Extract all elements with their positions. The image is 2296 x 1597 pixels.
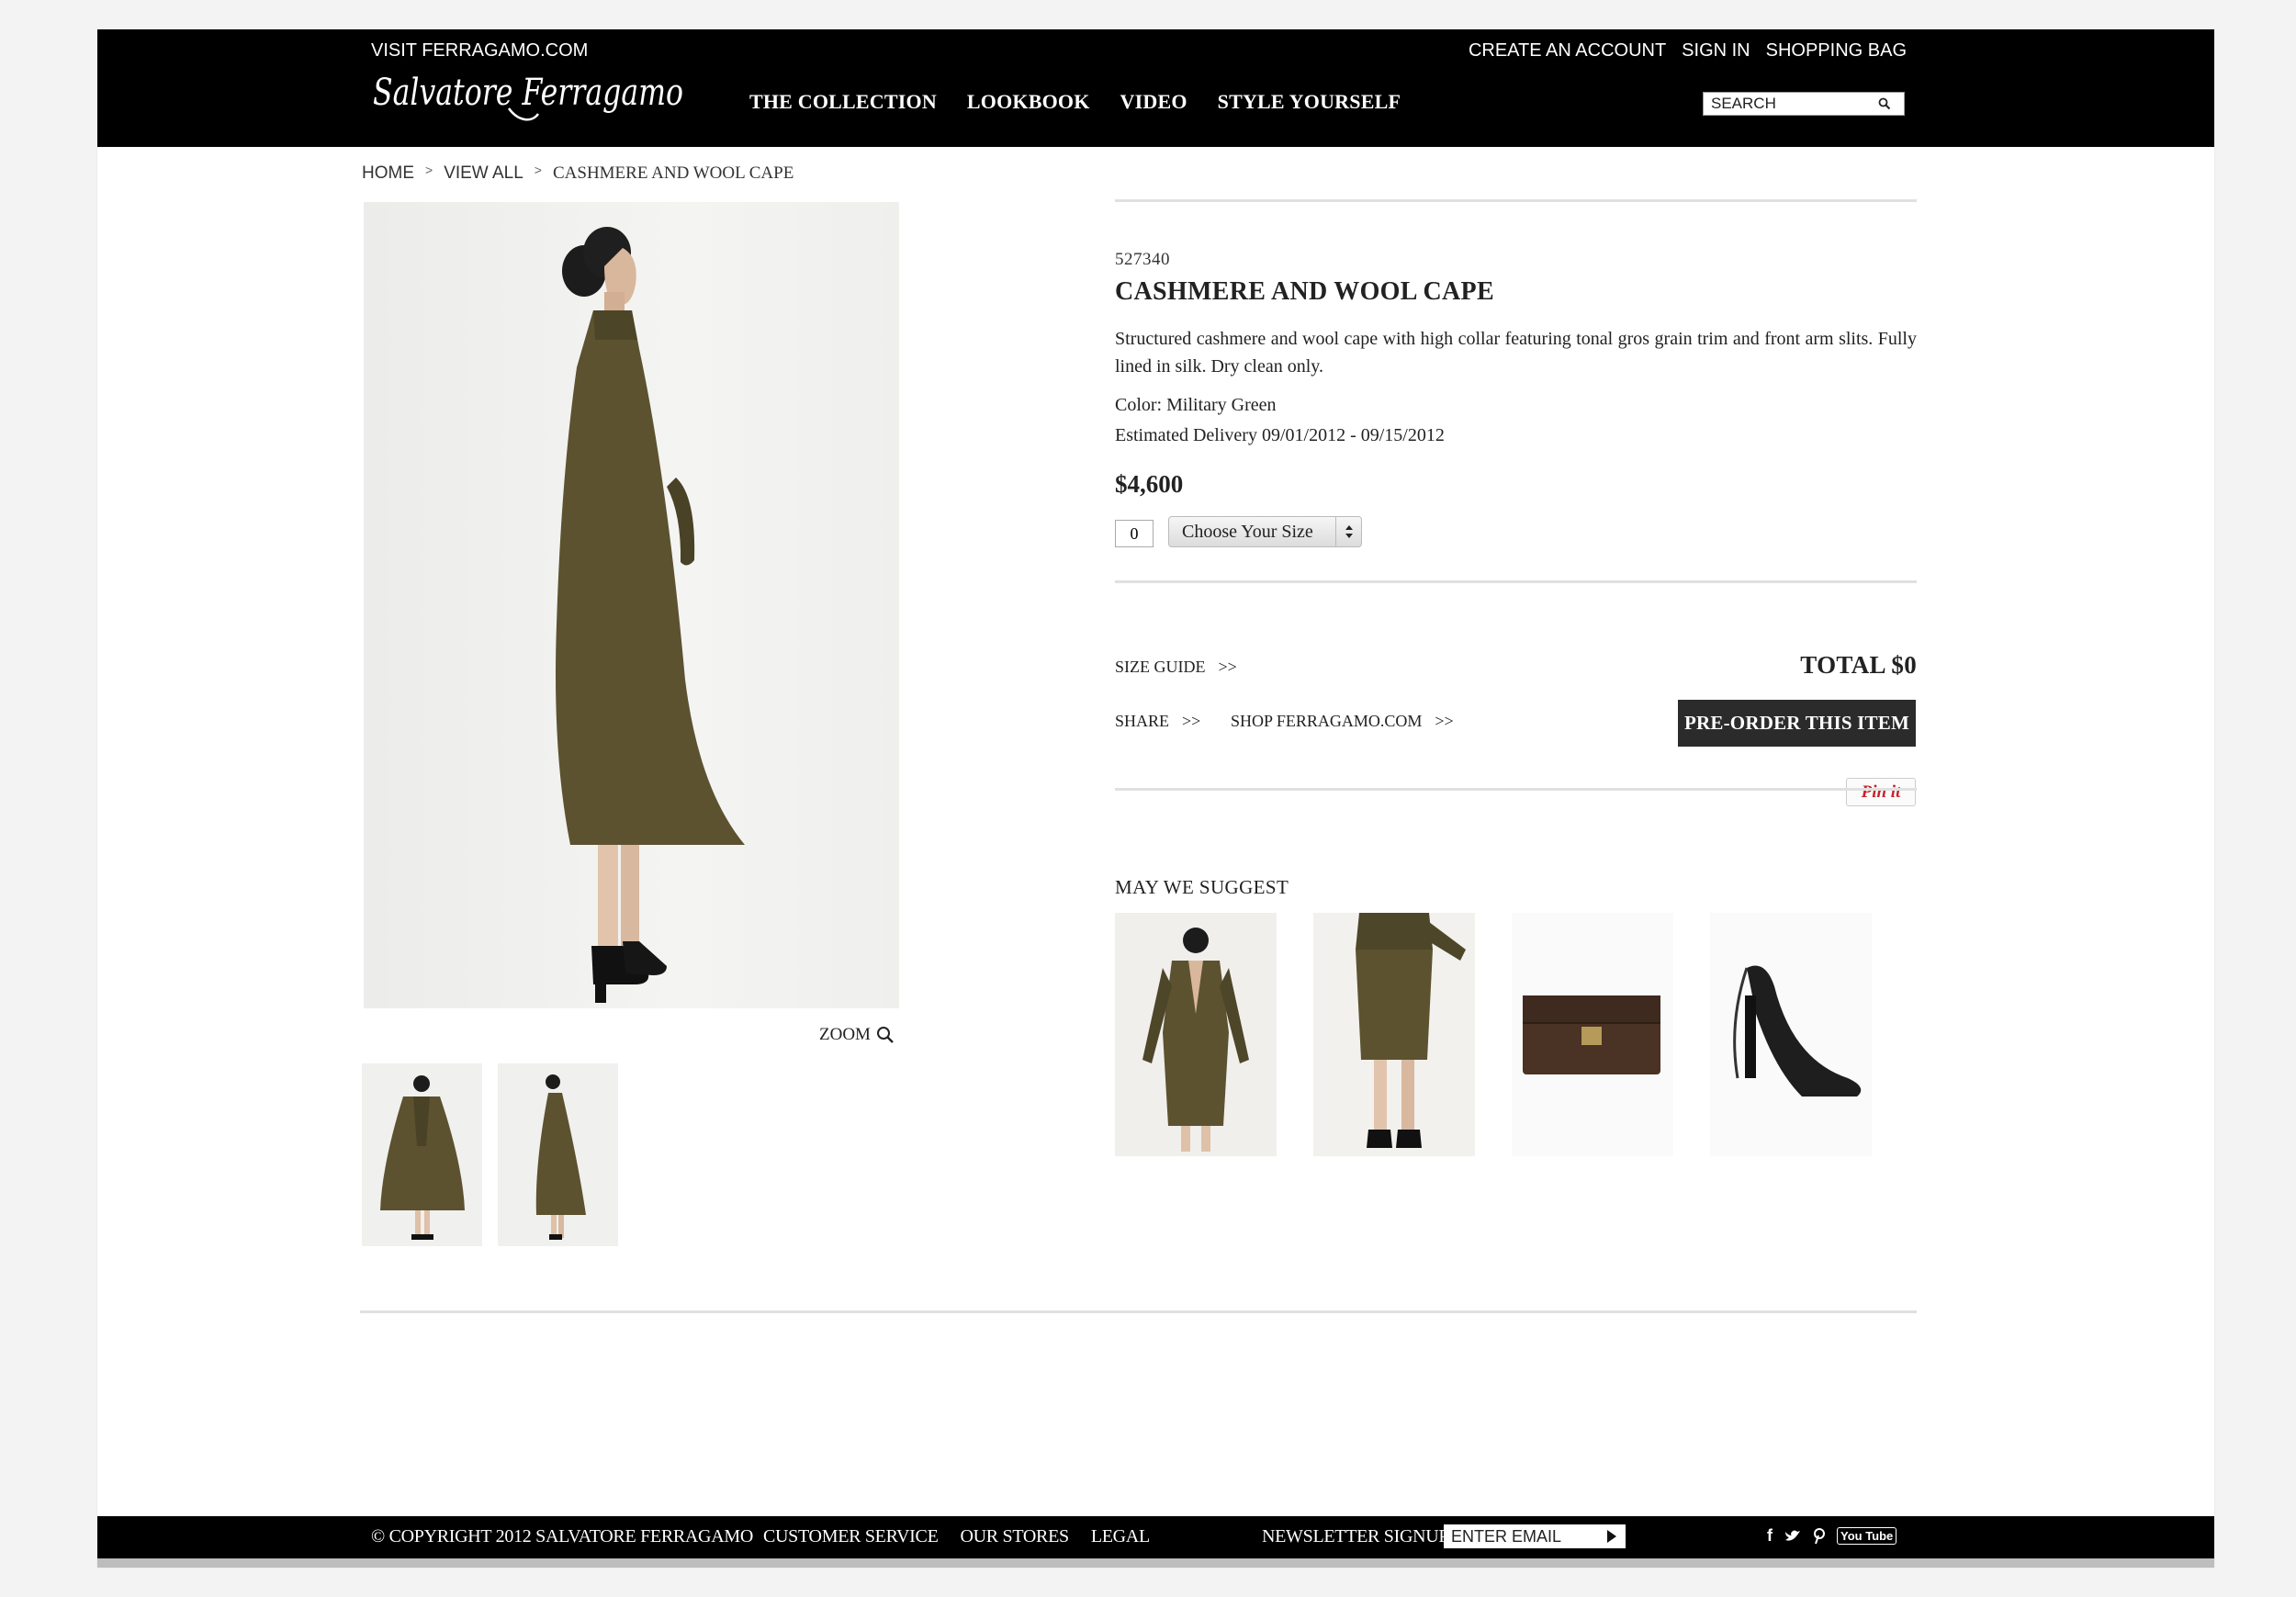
double-chevron-icon: >> — [1218, 658, 1237, 676]
site-header: VISIT FERRAGAMO.COM Salvatore Ferragamo … — [97, 29, 2214, 147]
legal-link[interactable]: LEGAL — [1091, 1526, 1150, 1547]
thumbnail-side[interactable] — [498, 1063, 618, 1246]
suggestion-skirt[interactable] — [1313, 913, 1475, 1156]
preorder-button[interactable]: PRE-ORDER THIS ITEM — [1678, 700, 1916, 747]
suggestion-pump[interactable] — [1710, 913, 1872, 1156]
search-icon[interactable] — [1874, 94, 1896, 114]
visit-ferragamo-link[interactable]: VISIT FERRAGAMO.COM — [371, 40, 588, 62]
nav-lookbook[interactable]: LOOKBOOK — [967, 90, 1090, 114]
breadcrumb-home[interactable]: HOME — [362, 163, 414, 184]
share-link[interactable]: SHARE >> — [1115, 712, 1200, 731]
footer-links: CUSTOMER SERVICE OUR STORES LEGAL — [763, 1526, 1150, 1547]
estimated-delivery: Estimated Delivery 09/01/2012 - 09/15/20… — [1115, 425, 1445, 445]
footer-shadow — [97, 1558, 2214, 1568]
double-chevron-icon: >> — [1182, 712, 1201, 730]
brand-logo[interactable]: Salvatore Ferragamo — [371, 64, 688, 127]
product-price: $4,600 — [1115, 470, 1184, 498]
order-total: TOTAL $0 — [1800, 651, 1917, 679]
newsletter-form — [1444, 1524, 1626, 1548]
search-input[interactable] — [1704, 94, 1874, 114]
pin-it-button[interactable]: Pin it — [1846, 778, 1916, 806]
main-nav: THE COLLECTION LOOKBOOK VIDEO STYLE YOUR… — [749, 90, 1431, 114]
youtube-icon[interactable]: You Tube — [1837, 1527, 1897, 1545]
create-account-link[interactable]: CREATE AN ACCOUNT — [1469, 40, 1666, 62]
our-stores-link[interactable]: OUR STORES — [960, 1526, 1069, 1547]
select-arrows-icon — [1335, 517, 1361, 546]
divider — [1115, 199, 1917, 202]
zoom-button[interactable]: ZOOM — [819, 1025, 895, 1045]
suggestion-dress[interactable] — [1115, 913, 1277, 1156]
breadcrumb-separator-icon: > — [425, 163, 433, 177]
svg-text:Salvatore Ferragamo: Salvatore Ferragamo — [373, 72, 683, 114]
double-chevron-icon: >> — [1435, 712, 1454, 730]
product-description: Structured cashmere and wool cape with h… — [1115, 329, 1917, 377]
product-color: Color: Military Green — [1115, 395, 1277, 415]
thumbnail-front[interactable] — [362, 1063, 482, 1246]
suggest-heading: MAY WE SUGGEST — [1115, 876, 1289, 898]
size-select[interactable]: Choose Your Size — [1168, 516, 1362, 547]
shop-label: SHOP FERRAGAMO.COM — [1231, 712, 1423, 730]
facebook-icon[interactable]: f — [1767, 1526, 1773, 1546]
sign-in-link[interactable]: SIGN IN — [1682, 40, 1750, 62]
nav-style-yourself[interactable]: STYLE YOURSELF — [1218, 90, 1401, 114]
search-box — [1703, 92, 1905, 116]
shop-ferragamo-link[interactable]: SHOP FERRAGAMO.COM >> — [1231, 712, 1454, 731]
account-links: CREATE AN ACCOUNT SIGN IN SHOPPING BAG — [1469, 40, 1907, 62]
nav-the-collection[interactable]: THE COLLECTION — [749, 90, 937, 114]
breadcrumb-view-all[interactable]: VIEW ALL — [444, 163, 523, 184]
submit-arrow-icon[interactable] — [1600, 1524, 1624, 1548]
main-product-image[interactable] — [364, 202, 899, 1008]
copyright: © COPYRIGHT 2012 SALVATORE FERRAGAMO — [371, 1526, 753, 1546]
customer-service-link[interactable]: CUSTOMER SERVICE — [763, 1526, 939, 1547]
divider — [360, 1310, 1917, 1313]
divider — [1115, 788, 1917, 791]
nav-video[interactable]: VIDEO — [1120, 90, 1187, 114]
size-guide-label: SIZE GUIDE — [1115, 658, 1206, 676]
newsletter-label: NEWSLETTER SIGNUP — [1262, 1526, 1449, 1546]
site-footer: © COPYRIGHT 2012 SALVATORE FERRAGAMO CUS… — [97, 1516, 2214, 1558]
breadcrumb-separator-icon: > — [534, 163, 542, 177]
share-label: SHARE — [1115, 712, 1170, 730]
suggestion-bag[interactable] — [1512, 913, 1673, 1156]
breadcrumb-current: CASHMERE AND WOOL CAPE — [552, 163, 794, 183]
product-title: CASHMERE AND WOOL CAPE — [1115, 277, 1494, 306]
twitter-icon[interactable] — [1784, 1529, 1802, 1544]
breadcrumb: HOME > VIEW ALL > CASHMERE AND WOOL CAPE — [362, 163, 793, 184]
product-sku: 527340 — [1115, 250, 1170, 269]
divider — [1115, 580, 1917, 583]
pinterest-icon[interactable] — [1813, 1527, 1826, 1545]
email-input[interactable] — [1444, 1525, 1600, 1547]
quantity-input[interactable] — [1115, 520, 1154, 547]
social-links: f You Tube — [1767, 1526, 1897, 1546]
size-select-label: Choose Your Size — [1182, 521, 1313, 542]
magnifier-icon — [876, 1027, 894, 1043]
size-guide-link[interactable]: SIZE GUIDE >> — [1115, 658, 1237, 677]
shopping-bag-link[interactable]: SHOPPING BAG — [1766, 40, 1907, 62]
zoom-label: ZOOM — [819, 1025, 871, 1044]
page: VISIT FERRAGAMO.COM Salvatore Ferragamo … — [97, 29, 2214, 1568]
